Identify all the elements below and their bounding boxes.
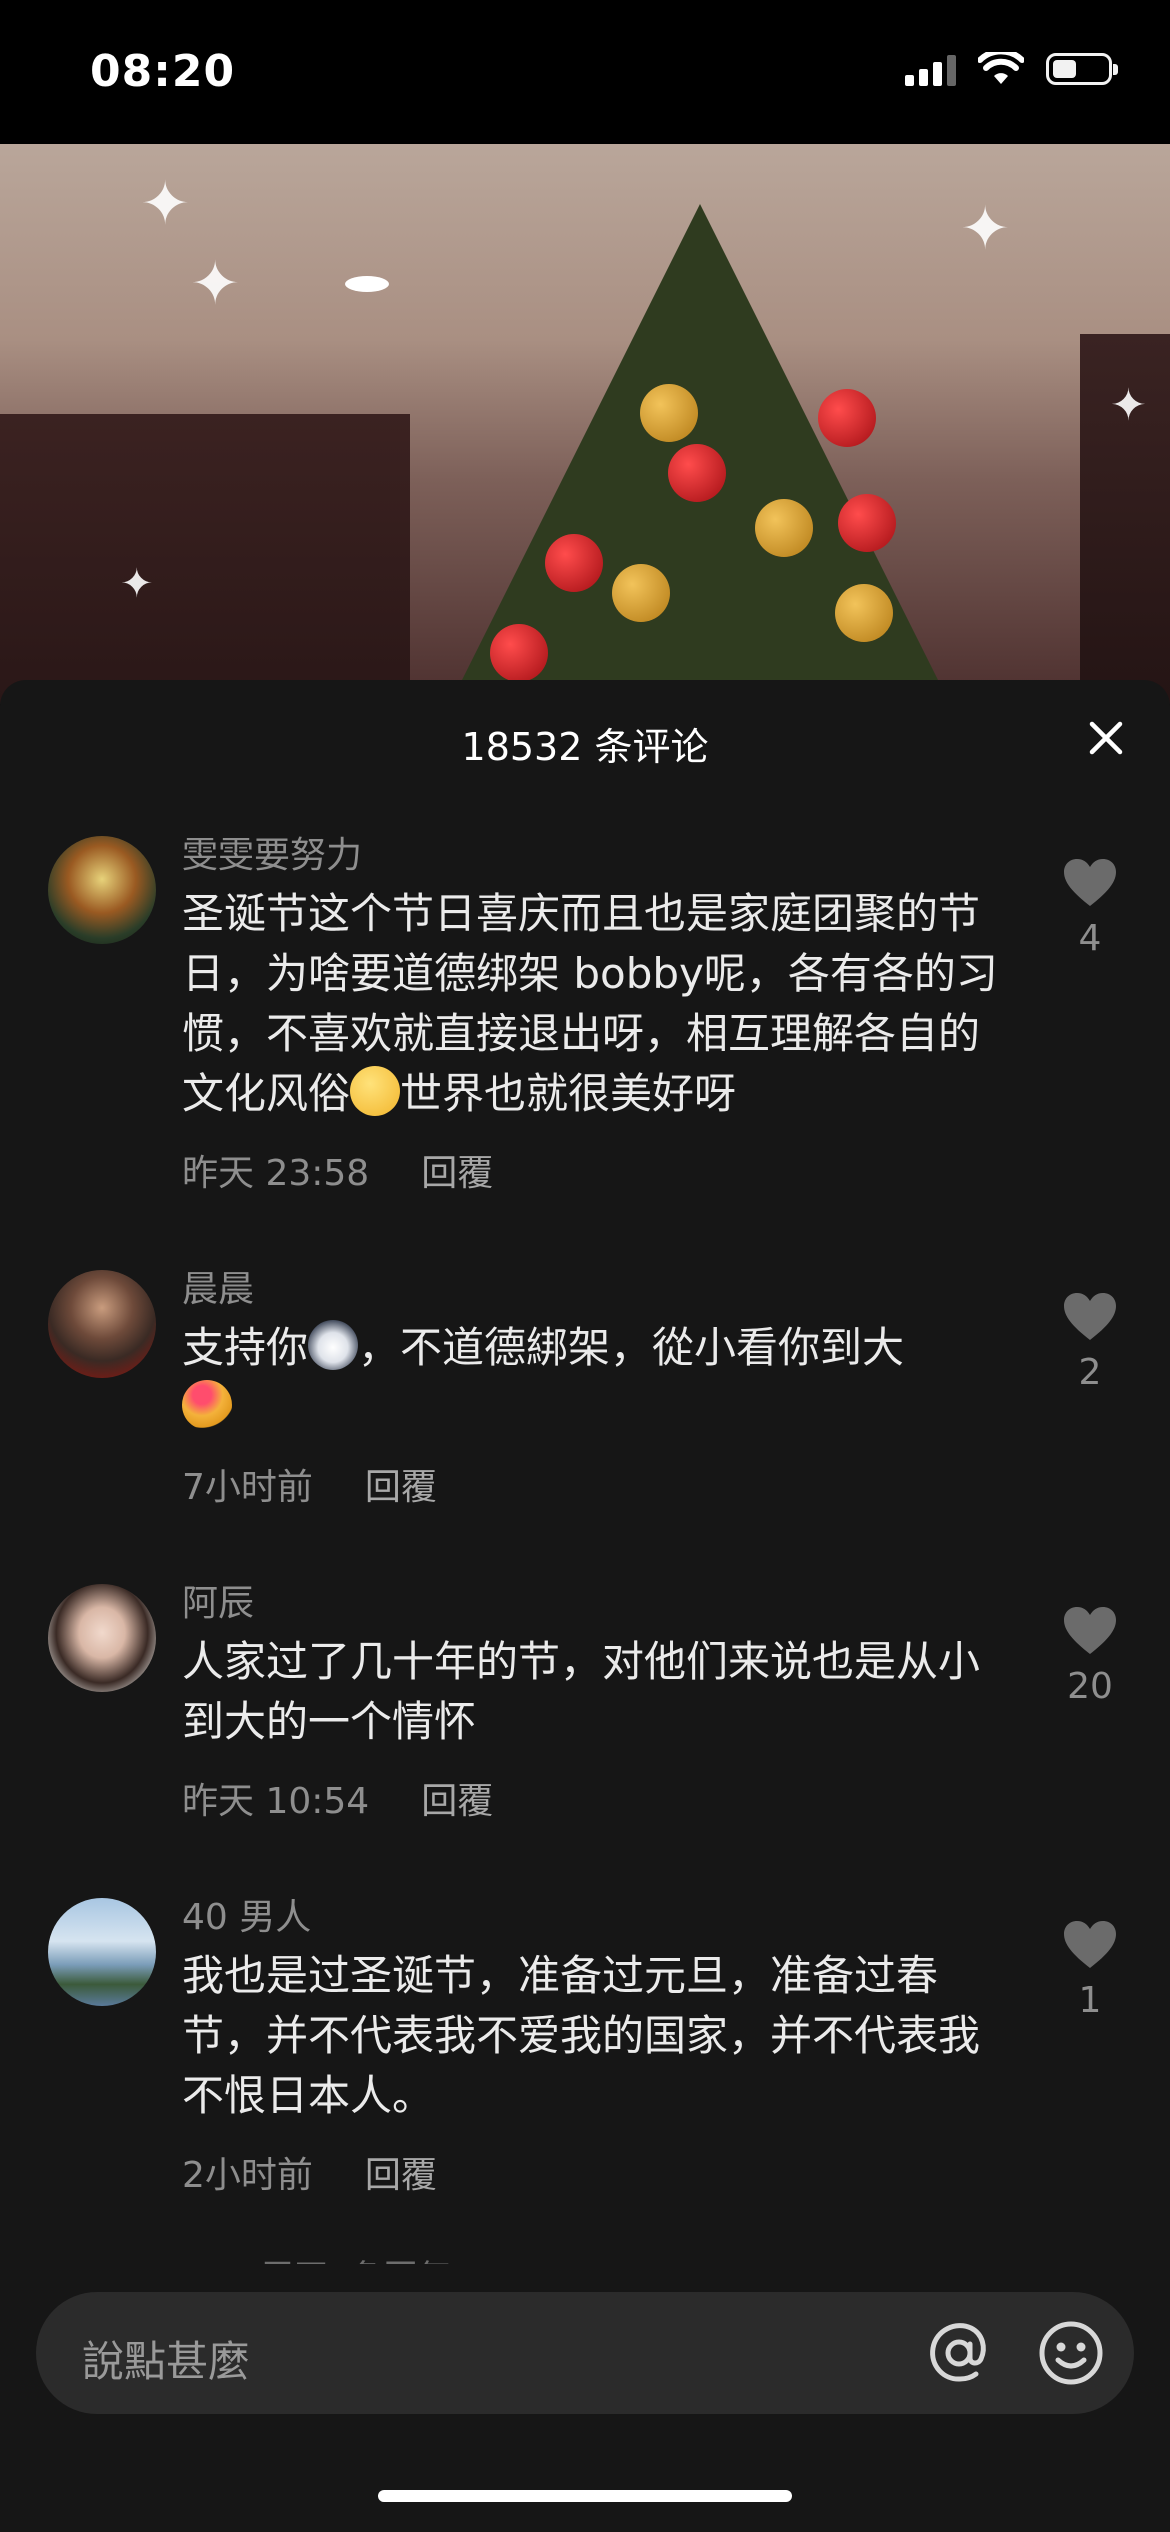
- heart-icon: [1064, 1607, 1116, 1654]
- comment-meta: 昨天 23:58 回覆: [182, 1144, 1012, 1196]
- avatar[interactable]: [48, 1898, 156, 2006]
- comment-input-bar: 說點甚麼: [0, 2264, 1170, 2532]
- reply-button[interactable]: 回覆: [365, 2146, 437, 2198]
- comment-meta: 2小时前 回覆: [182, 2146, 1012, 2198]
- comment-input[interactable]: 說點甚麼: [36, 2292, 1134, 2414]
- reply-button[interactable]: 回覆: [365, 1458, 437, 1510]
- comment-username[interactable]: 阿辰: [182, 1582, 1012, 1626]
- comment-text: 圣诞节这个节日喜庆而且也是家庭团聚的节日，为啥要道德绑架 bobby呢，各有各的…: [182, 889, 998, 1118]
- comment-input-placeholder: 說點甚麼: [82, 2337, 251, 2386]
- comment-time: 昨天 10:54: [182, 1781, 370, 1822]
- husky-dog-icon: [308, 1320, 359, 1370]
- battery-icon: [1046, 53, 1118, 85]
- like-button[interactable]: 4: [1050, 858, 1130, 959]
- smiley-icon: [1039, 2321, 1103, 2385]
- reply-button[interactable]: 回覆: [421, 1144, 493, 1196]
- like-count: 1: [1078, 1980, 1102, 2021]
- avatar[interactable]: [48, 1584, 156, 1692]
- finger-heart-icon: [182, 1380, 232, 1430]
- comment-time: 昨天 23:58: [182, 1153, 370, 1194]
- like-button[interactable]: 20: [1050, 1606, 1130, 1707]
- mention-button[interactable]: [926, 2320, 992, 2386]
- heart-icon: [1064, 1921, 1116, 1968]
- comment-meta: 7小时前 回覆: [182, 1458, 1012, 1510]
- avatar[interactable]: [48, 836, 156, 944]
- like-count: 4: [1078, 918, 1102, 959]
- comment-meta: 昨天 10:54 回覆: [182, 1772, 1012, 1824]
- comments-count-title: 18532 条评论: [461, 725, 709, 769]
- comment-time: 2小时前: [182, 2155, 313, 2196]
- comment-text: 支持你 ，不道德綁架，從小看你到大: [182, 1318, 1012, 1438]
- status-icons: [905, 52, 1118, 86]
- like-button[interactable]: 2: [1050, 1292, 1130, 1393]
- signal-icon: [905, 52, 956, 86]
- like-count: 20: [1067, 1666, 1113, 1707]
- like-count: 2: [1078, 1352, 1102, 1393]
- comment-text: 人家过了几十年的节，对他们来说也是从小到大的一个情怀: [182, 1637, 981, 1746]
- comment-text: 我也是过圣诞节，准备过元旦，准备过春节，并不代表我不爱我的国家，并不代表我不恨日…: [182, 1951, 981, 2120]
- status-bar: 08:20: [0, 0, 1170, 144]
- close-icon: [1089, 721, 1123, 755]
- close-button[interactable]: [1082, 714, 1130, 762]
- status-time: 08:20: [90, 46, 236, 97]
- emoji-button[interactable]: [1038, 2320, 1104, 2386]
- pleading-face-icon: [350, 1066, 401, 1116]
- wifi-icon: [978, 52, 1024, 84]
- reply-button[interactable]: 回覆: [421, 1772, 493, 1824]
- comment-time: 7小时前: [182, 1467, 313, 1508]
- comment-username[interactable]: 40 男人: [182, 1896, 1012, 1940]
- comments-sheet: 18532 条评论 雯雯要努力 圣诞节这个节日喜庆而且也是家庭团聚的节日，为啥要…: [0, 680, 1170, 2532]
- heart-icon: [1064, 859, 1116, 906]
- like-button[interactable]: 1: [1050, 1920, 1130, 2021]
- avatar[interactable]: [48, 1270, 156, 1378]
- comment-username[interactable]: 晨晨: [182, 1268, 1012, 1312]
- comment-username[interactable]: 雯雯要努力: [182, 834, 1012, 878]
- heart-icon: [1064, 1293, 1116, 1340]
- video-player[interactable]: ✦ ✦ ✦ ✦ ✦: [0, 144, 1170, 704]
- home-indicator[interactable]: [378, 2490, 792, 2502]
- at-icon: [930, 2323, 986, 2382]
